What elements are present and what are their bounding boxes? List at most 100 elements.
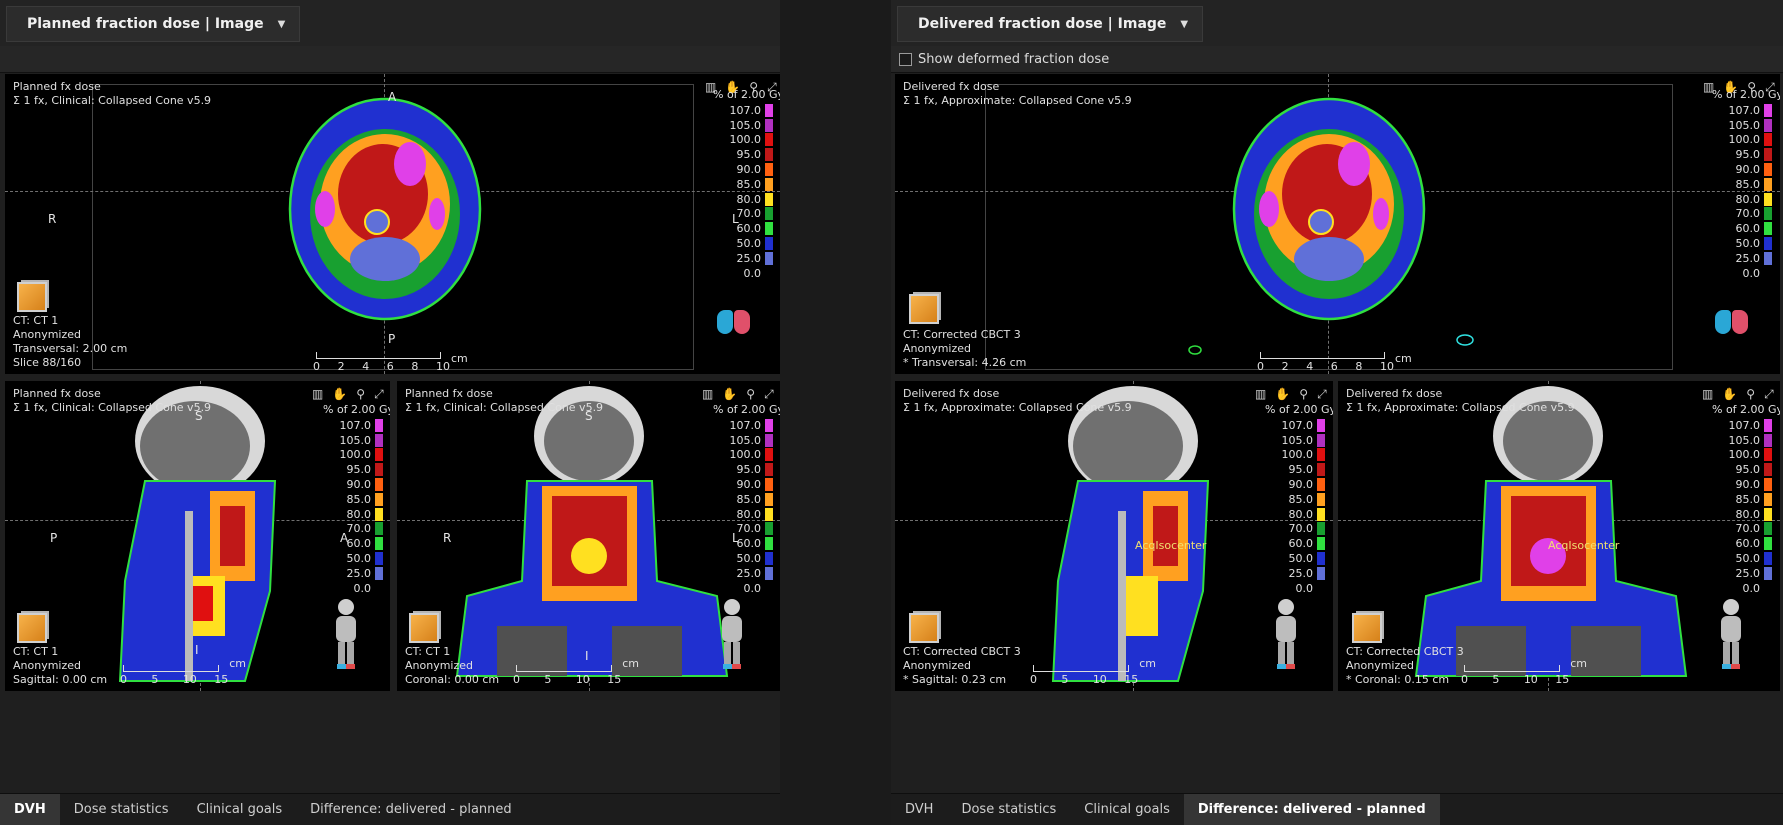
legend-row: 70.0	[323, 522, 383, 537]
legend-value: 107.0	[1281, 418, 1314, 432]
ruler-tick-label: 5	[1061, 673, 1069, 686]
legend-row: 105.0	[1265, 433, 1325, 448]
ruler-icon[interactable]: ▥	[312, 387, 323, 402]
ruler-tick-label: 15	[1555, 673, 1570, 686]
zoom-icon[interactable]: ⚲	[746, 387, 755, 402]
legend-row: 25.0	[1712, 566, 1772, 581]
legend-row: 25.0	[713, 251, 773, 266]
tab-dvh[interactable]: DVH	[0, 794, 60, 825]
legend-row: 100.0	[1265, 448, 1325, 463]
fit-icon[interactable]: ⤢	[764, 387, 774, 402]
planned-view-dropdown[interactable]: Planned fraction dose | Image ▼	[6, 6, 301, 42]
orientation-cube-icon[interactable]	[17, 282, 47, 312]
delivered-sagittal-view[interactable]: Delivered fx dose Σ 1 fx, Approximate: C…	[895, 381, 1333, 691]
ruler-tick-label: 5	[1492, 673, 1500, 686]
legend-row: 60.0	[1712, 221, 1772, 236]
orientation-cube-icon[interactable]	[909, 294, 939, 324]
fit-icon[interactable]: ⤢	[1764, 387, 1774, 402]
tab-difference[interactable]: Difference: delivered - planned	[1183, 794, 1440, 825]
legend-swatch	[1317, 463, 1325, 477]
legend-swatch	[1317, 478, 1325, 492]
legend-value: 0.0	[743, 266, 762, 280]
tab-dose-statistics[interactable]: Dose statistics	[947, 794, 1070, 825]
legend-swatch	[765, 163, 773, 177]
legend-row: 25.0	[1712, 251, 1772, 266]
legend-row: 25.0	[1265, 566, 1325, 581]
legend-value: 100.0	[729, 448, 762, 462]
pan-icon[interactable]: ✋	[1275, 387, 1290, 402]
pan-icon[interactable]: ✋	[332, 387, 347, 402]
legend-swatch	[765, 222, 773, 236]
tab-dose-statistics[interactable]: Dose statistics	[60, 794, 183, 825]
legend-value: 60.0	[346, 537, 372, 551]
legend-row: 80.0	[1265, 507, 1325, 522]
ruler-tick-label: 0	[120, 673, 127, 686]
planned-coronal-view[interactable]: Planned fx dose Σ 1 fx, Clinical: Collap…	[397, 381, 780, 691]
legend-swatch	[765, 552, 773, 566]
tab-difference[interactable]: Difference: delivered - planned	[296, 794, 526, 825]
scale-ruler: 0 2 4 6 8 10 cm	[1257, 350, 1412, 373]
legend-swatch	[375, 448, 383, 462]
ruler-line	[1033, 665, 1130, 672]
delivered-coronal-view[interactable]: Delivered fx dose Σ 1 fx, Approximate: C…	[1338, 381, 1780, 691]
orientation-cube-icon[interactable]	[1352, 613, 1382, 643]
ruler-tick-label: 0	[313, 360, 320, 373]
tab-clinical-goals[interactable]: Clinical goals	[183, 794, 297, 825]
planned-header: Planned fraction dose | Image ▼	[0, 0, 780, 47]
tab-dvh[interactable]: DVH	[891, 794, 947, 825]
legend-swatch	[1764, 133, 1772, 147]
delivered-view-dropdown[interactable]: Delivered fraction dose | Image ▼	[897, 6, 1204, 42]
legend-value: 100.0	[729, 133, 762, 147]
show-deformed-dose-checkbox[interactable]: Show deformed fraction dose	[899, 52, 1109, 67]
fit-icon[interactable]: ⤢	[374, 387, 384, 402]
ruler-unit: cm	[1139, 657, 1156, 670]
legend-value: 50.0	[1735, 237, 1761, 251]
legend-value: 80.0	[1735, 507, 1761, 521]
legend-value: 90.0	[1288, 478, 1314, 492]
ruler-line	[1260, 352, 1385, 359]
legend-swatch	[765, 537, 773, 551]
legend-title: % of 2.00 Gy	[1712, 403, 1780, 416]
pan-icon[interactable]: ✋	[1722, 387, 1737, 402]
legend-swatch	[375, 537, 383, 551]
legend-value: 85.0	[736, 177, 762, 191]
legend-title: % of 2.00 Gy	[713, 403, 780, 416]
zoom-icon[interactable]: ⚲	[356, 387, 365, 402]
zoom-icon[interactable]: ⚲	[1746, 387, 1755, 402]
ruler-tick-label: 10	[1380, 360, 1394, 373]
legend-value: 105.0	[729, 433, 762, 447]
legend-swatch	[1317, 581, 1325, 595]
legend-swatch	[375, 478, 383, 492]
legend-value: 100.0	[339, 448, 372, 462]
orientation-cube-icon[interactable]	[909, 613, 939, 643]
ruler-icon[interactable]: ▥	[1702, 387, 1713, 402]
orientation-cube-icon[interactable]	[17, 613, 47, 643]
fit-icon[interactable]: ⤢	[1317, 387, 1327, 402]
zoom-icon[interactable]: ⚲	[1299, 387, 1308, 402]
planned-bottom-tabs: DVH Dose statistics Clinical goals Diffe…	[0, 793, 780, 825]
legend-value: 60.0	[736, 537, 762, 551]
ruler-tick-label: 8	[1355, 360, 1363, 373]
body-orientation-icon	[1273, 599, 1299, 669]
orientation-cube-icon[interactable]	[409, 613, 439, 643]
ruler-line	[1464, 665, 1561, 672]
legend-row: 107.0	[1265, 418, 1325, 433]
legend-row: 80.0	[713, 192, 773, 207]
tab-clinical-goals[interactable]: Clinical goals	[1070, 794, 1184, 825]
legend-value: 25.0	[346, 566, 372, 580]
pan-icon[interactable]: ✋	[722, 387, 737, 402]
delivered-transversal-view[interactable]: Delivered fx dose Σ 1 fx, Approximate: C…	[895, 74, 1780, 374]
planned-transversal-view[interactable]: Planned fx dose Σ 1 fx, Clinical: Collap…	[5, 74, 780, 374]
legend-swatch	[765, 433, 773, 447]
legend-swatch	[1764, 433, 1772, 447]
delivered-transversal-dose-image	[1188, 97, 1474, 355]
body-orientation-icon	[1718, 599, 1744, 669]
ruler-icon[interactable]: ▥	[702, 387, 713, 402]
checkbox-box[interactable]	[899, 53, 912, 66]
legend-row: 50.0	[713, 551, 773, 566]
planned-sagittal-view[interactable]: Planned fx dose Σ 1 fx, Clinical: Collap…	[5, 381, 390, 691]
legend-row: 50.0	[713, 236, 773, 251]
ruler-icon[interactable]: ▥	[1255, 387, 1266, 402]
legend-swatch	[1764, 478, 1772, 492]
legend-row: 60.0	[713, 221, 773, 236]
